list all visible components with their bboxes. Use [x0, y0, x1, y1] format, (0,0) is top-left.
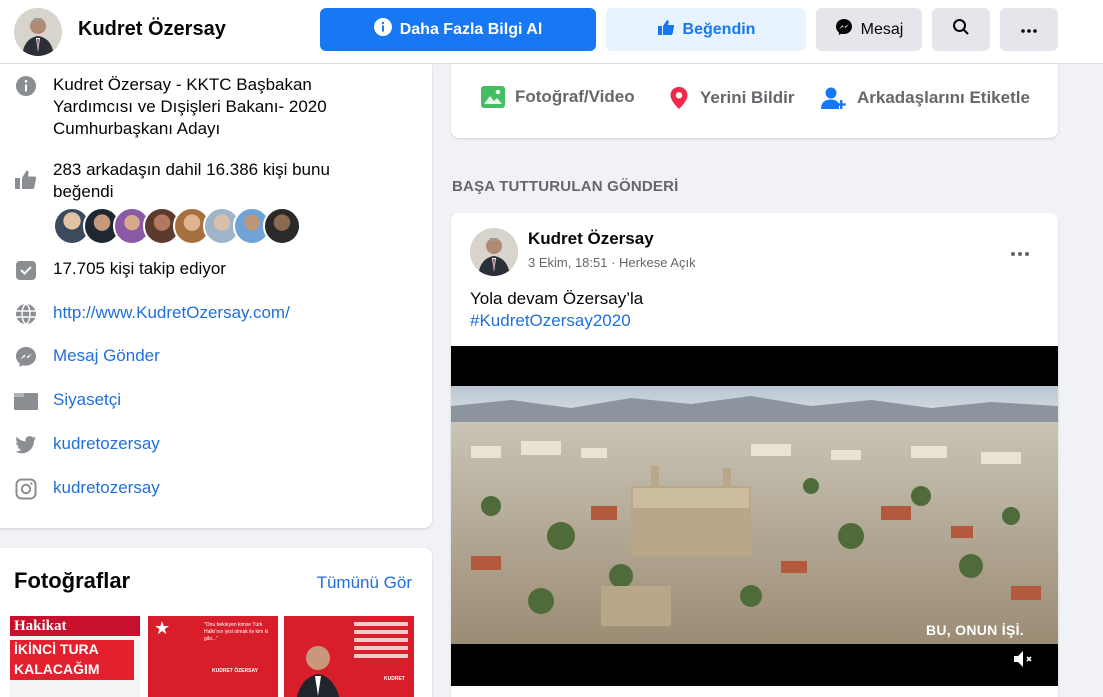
post-author-name[interactable]: Kudret Özersay [528, 229, 654, 249]
message-button[interactable]: Mesaj [816, 8, 922, 51]
photo-video-label: Fotoğraf/Video [515, 87, 635, 106]
about-description: Kudret Özersay - KKTC Başbakan Yardımcıs… [53, 75, 327, 138]
twitter-link[interactable]: kudretozersay [53, 433, 160, 455]
category-link[interactable]: Siyasetçi [53, 389, 121, 411]
likes-row: 283 arkadaşın dahil 16.386 kişi bunu beğ… [14, 159, 353, 203]
category-row: Siyasetçi [14, 389, 121, 413]
messenger-icon [835, 18, 853, 41]
followers-text: 17.705 kişi takip ediyor [53, 259, 226, 278]
post-text: Yola devam Özersay’la [470, 289, 644, 308]
liked-label: Beğendin [682, 20, 756, 38]
more-info-label: Daha Fazla Bilgi Al [399, 20, 543, 38]
post-meta[interactable]: 3 Ekim, 18:51 · Herkese Açık [528, 255, 696, 270]
about-description-row: Kudret Özersay - KKTC Başbakan Yardımcıs… [14, 74, 353, 140]
photo-thumbnail[interactable]: KUDRET [284, 616, 414, 697]
more-dots-icon [1020, 21, 1038, 39]
volume-icon [1012, 651, 1036, 673]
profile-photo [14, 8, 62, 56]
instagram-link[interactable]: kudretozersay [53, 477, 160, 499]
likes-text: 283 arkadaşın dahil 16.386 kişi bunu beğ… [53, 160, 330, 201]
photos-card: Fotoğraflar Tümünü Gör Hakikat İKİNCİ TU… [0, 548, 432, 697]
instagram-row: kudretozersay [14, 477, 160, 501]
more-options-button[interactable] [1000, 8, 1058, 51]
about-card: Kudret Özersay - KKTC Başbakan Yardımcıs… [0, 64, 432, 528]
pinned-post-label: BAŞA TUTTURULAN GÖNDERİ [452, 178, 679, 195]
thumbs-up-icon [14, 167, 38, 191]
video-frame [451, 386, 1058, 644]
search-button[interactable] [932, 8, 990, 51]
globe-icon [14, 302, 38, 326]
send-message-link[interactable]: Mesaj Gönder [53, 345, 160, 367]
liked-button[interactable]: Beğendin [606, 8, 806, 51]
instagram-icon [14, 477, 38, 501]
more-info-button[interactable]: Daha Fazla Bilgi Al [320, 8, 596, 51]
photo-video-button[interactable]: Fotoğraf/Video [481, 86, 635, 108]
see-all-photos-link[interactable]: Tümünü Gör [317, 573, 412, 593]
post-author-avatar[interactable] [470, 228, 518, 276]
page-avatar[interactable] [14, 8, 62, 56]
photo-thumbnail[interactable]: ★ "Onu bekleyen kimse Türk Halkı'nın iyi… [148, 616, 278, 697]
page-name[interactable]: Kudret Özersay [78, 18, 226, 41]
followers-row: 17.705 kişi takip ediyor [14, 258, 226, 282]
post-options-button[interactable] [1010, 241, 1030, 262]
category-icon [14, 389, 38, 413]
info-icon [373, 18, 392, 41]
tag-friends-button[interactable]: Arkadaşlarını Etiketle [821, 86, 1030, 110]
tag-friends-label: Arkadaşlarını Etiketle [857, 88, 1030, 107]
info-icon [14, 74, 38, 98]
messenger-icon [14, 345, 38, 369]
twitter-row: kudretozersay [14, 433, 160, 457]
page-header: Kudret Özersay Daha Fazla Bilgi Al Beğen… [0, 0, 1103, 64]
photo-icon [481, 86, 505, 108]
video-caption: BU, ONUN İŞİ. [925, 622, 1024, 638]
post-video[interactable]: BU, ONUN İŞİ. [451, 346, 1058, 686]
website-row: http://www.KudretOzersay.com/ [14, 302, 290, 326]
pinned-post: Kudret Özersay 3 Ekim, 18:51 · Herkese A… [451, 213, 1058, 697]
twitter-icon [14, 433, 38, 457]
check-in-label: Yerini Bildir [700, 88, 795, 107]
website-link[interactable]: http://www.KudretOzersay.com/ [53, 302, 290, 324]
post-hashtag[interactable]: #KudretOzersay2020 [470, 310, 631, 332]
photo-thumbnail[interactable]: Hakikat İKİNCİ TURA KALACAĞIM [10, 616, 140, 697]
search-icon [952, 18, 970, 41]
message-label: Mesaj [860, 20, 904, 38]
liked-friends-avatars[interactable] [53, 207, 301, 245]
followers-icon [14, 258, 38, 282]
check-in-button[interactable]: Yerini Bildir [668, 86, 794, 110]
city-aerial-image [451, 386, 1058, 644]
more-dots-icon [1010, 241, 1030, 261]
friend-avatar[interactable] [263, 207, 301, 245]
post-composer: Fotoğraf/Video Yerini Bildir Arkadaşları… [451, 64, 1058, 138]
tag-friends-icon [821, 86, 847, 110]
location-icon [668, 86, 690, 110]
send-message-row: Mesaj Gönder [14, 345, 160, 369]
photos-title: Fotoğraflar [14, 568, 131, 593]
thumbs-up-icon [657, 18, 675, 41]
volume-button[interactable] [1012, 649, 1036, 669]
